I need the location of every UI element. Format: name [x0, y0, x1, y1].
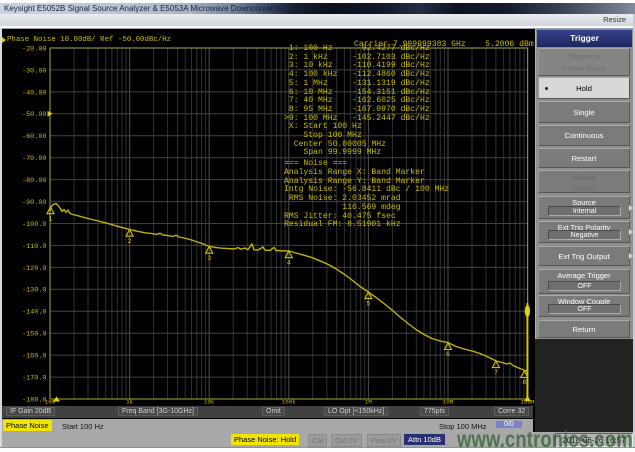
svg-text:3: 3: [207, 255, 211, 262]
svg-text:100: 100: [45, 399, 56, 406]
svg-text:-180.0: -180.0: [22, 396, 46, 404]
svg-text:-50.00: -50.00: [22, 111, 46, 119]
svg-text:8: 8: [522, 379, 526, 386]
svg-text:1M: 1M: [365, 399, 372, 406]
svg-text:-60.00: -60.00: [22, 133, 46, 141]
svg-text:-120.0: -120.0: [22, 265, 46, 273]
svg-text:6: 6: [446, 351, 450, 358]
svg-text:1: 1: [49, 215, 53, 222]
svg-text:-100.0: -100.0: [22, 221, 46, 229]
svg-text:-140.0: -140.0: [22, 309, 46, 317]
svg-text:-150.0: -150.0: [22, 331, 46, 339]
svg-text:-130.0: -130.0: [22, 287, 46, 295]
svg-text:-40.00: -40.00: [22, 89, 46, 97]
svg-text:4: 4: [287, 259, 291, 266]
svg-text:10k: 10k: [204, 399, 215, 406]
svg-text:-20.00: -20.00: [22, 45, 46, 53]
svg-text:-110.0: -110.0: [22, 243, 46, 251]
svg-text:1k: 1k: [126, 399, 133, 406]
svg-text:5: 5: [366, 300, 370, 307]
svg-text:-70.00: -70.00: [22, 155, 46, 163]
svg-text:-90.00: -90.00: [22, 199, 46, 207]
svg-text:2: 2: [128, 238, 132, 245]
svg-text:10M: 10M: [443, 399, 454, 406]
svg-text:-160.0: -160.0: [22, 353, 46, 361]
svg-text:-80.00: -80.00: [22, 177, 46, 185]
svg-text:-30.00: -30.00: [22, 67, 46, 75]
svg-text:-170.0: -170.0: [22, 375, 46, 383]
svg-text:7: 7: [494, 369, 498, 376]
svg-text:100k: 100k: [282, 399, 296, 406]
